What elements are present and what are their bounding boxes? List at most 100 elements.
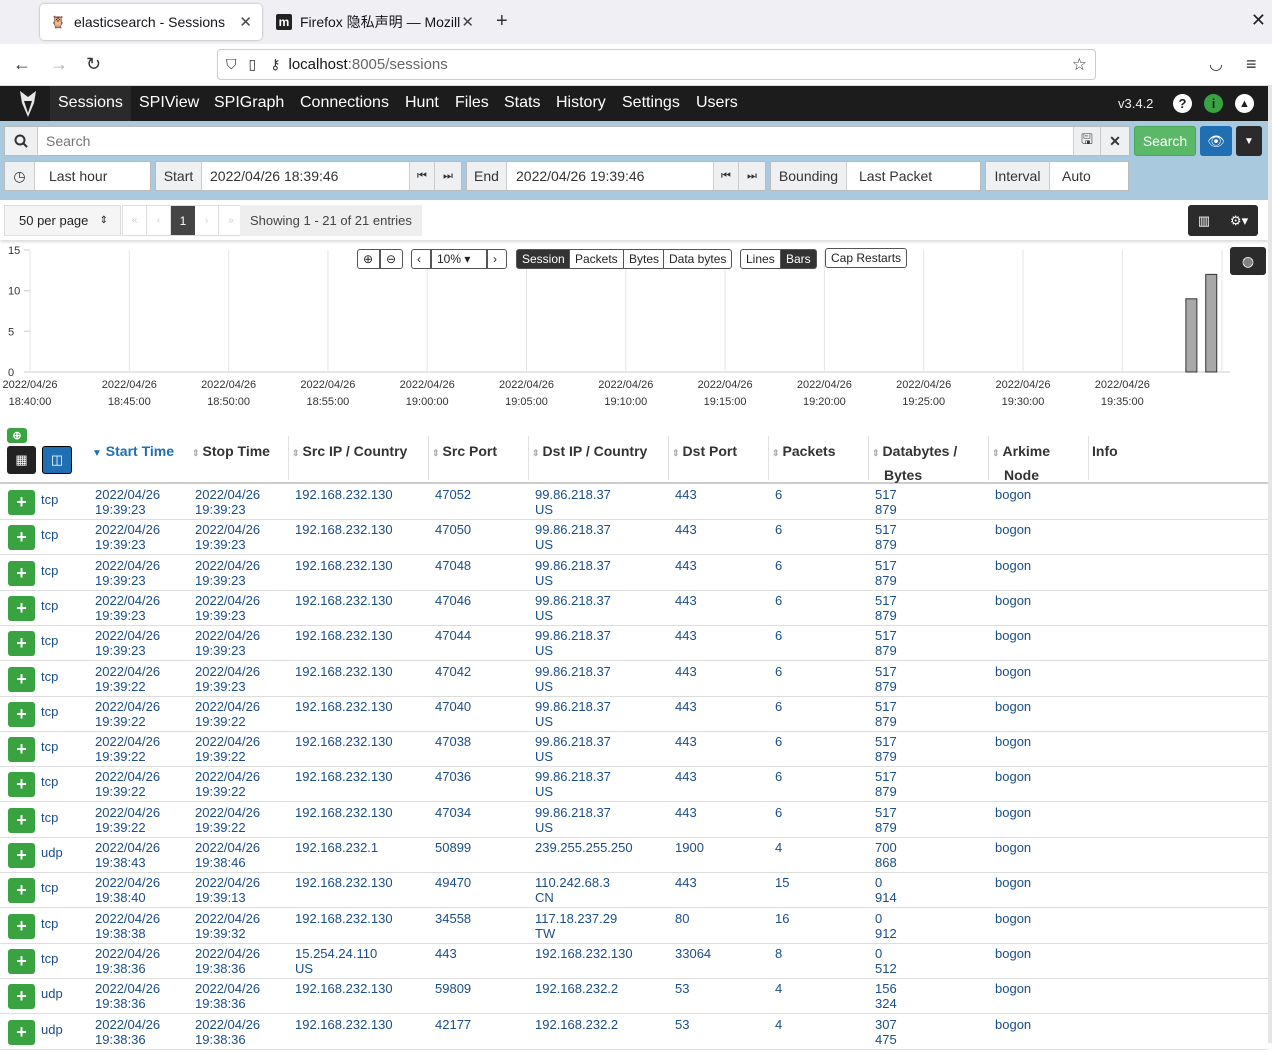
src-port-cell[interactable]: 443	[435, 946, 457, 961]
expand-row-button[interactable]: +	[8, 772, 35, 798]
end-time-input[interactable]: 2022/04/26 19:39:46	[516, 168, 713, 184]
src-port-cell[interactable]: 47034	[435, 805, 471, 820]
next-page-icon[interactable]: ›	[195, 206, 219, 235]
node-cell[interactable]: bogon	[995, 487, 1031, 502]
cap-restarts-button[interactable]: Cap Restarts	[825, 248, 908, 268]
metric-databytes-button[interactable]: Data bytes	[663, 249, 733, 269]
dst-port-cell[interactable]: 443	[675, 593, 697, 608]
col-dst-ip[interactable]: ⇕ Dst IP / Country	[532, 440, 647, 464]
dst-port-cell[interactable]: 1900	[675, 840, 704, 855]
dst-port-cell[interactable]: 53	[675, 981, 689, 996]
nav-spiview[interactable]: SPIView	[139, 94, 199, 112]
expand-row-button[interactable]: +	[8, 631, 35, 657]
protocol-cell[interactable]: tcp	[41, 916, 58, 931]
dst-ip-cell[interactable]: 99.86.218.37 US	[535, 593, 611, 623]
src-port-cell[interactable]: 47052	[435, 487, 471, 502]
expand-row-button[interactable]: +	[8, 878, 35, 904]
dst-port-cell[interactable]: 80	[675, 911, 689, 926]
col-src-port[interactable]: ⇕ Src Port	[432, 440, 497, 464]
src-ip-cell[interactable]: 192.168.232.130	[295, 522, 393, 537]
expand-row-button[interactable]: +	[8, 701, 35, 727]
nav-connections[interactable]: Connections	[300, 94, 389, 112]
protocol-cell[interactable]: tcp	[41, 492, 58, 507]
protocol-cell[interactable]: tcp	[41, 774, 58, 789]
packets-cell[interactable]: 6	[775, 487, 782, 502]
dst-ip-cell[interactable]: 99.86.218.37 US	[535, 487, 611, 517]
dst-ip-cell[interactable]: 99.86.218.37 US	[535, 805, 611, 835]
protocol-cell[interactable]: tcp	[41, 739, 58, 754]
expand-row-button[interactable]: +	[8, 737, 35, 763]
protocol-cell[interactable]: tcp	[41, 669, 58, 684]
table-row[interactable]: + tcp 2022/04/26 19:39:23 2022/04/26 19:39:23…	[0, 485, 1268, 520]
dst-port-cell[interactable]: 443	[675, 664, 697, 679]
table-row[interactable]: + tcp 2022/04/26 19:39:23 2022/04/26 19:39:23…	[0, 591, 1268, 626]
start-time-input[interactable]: 2022/04/26 18:39:46	[210, 168, 409, 184]
expand-row-button[interactable]: +	[8, 807, 35, 833]
stop-time-cell[interactable]: 2022/04/26 19:39:22	[195, 699, 260, 729]
packets-cell[interactable]: 8	[775, 946, 782, 961]
end-prev-icon[interactable]: ⏮	[713, 162, 739, 190]
node-cell[interactable]: bogon	[995, 664, 1031, 679]
actions-dropdown-caret-icon[interactable]: ▼	[1236, 126, 1262, 156]
dst-port-cell[interactable]: 443	[675, 875, 697, 890]
nav-settings[interactable]: Settings	[622, 94, 680, 112]
table-row[interactable]: + tcp 2022/04/26 19:39:23 2022/04/26 19:39:23…	[0, 626, 1268, 662]
zoom-in-icon[interactable]: ⊕	[357, 249, 380, 269]
src-ip-cell[interactable]: 192.168.232.130	[295, 593, 393, 608]
protocol-cell[interactable]: tcp	[41, 880, 58, 895]
menu-icon[interactable]: ≡	[1246, 54, 1257, 75]
stop-time-cell[interactable]: 2022/04/26 19:39:22	[195, 769, 260, 799]
new-tab-icon[interactable]: +	[496, 10, 508, 33]
expand-row-button[interactable]: +	[8, 1019, 35, 1045]
dst-port-cell[interactable]: 53	[675, 1017, 689, 1032]
table-row[interactable]: + udp 2022/04/26 19:38:43 2022/04/26 19:38:46…	[0, 838, 1268, 873]
bytes-cell[interactable]: 517 879	[875, 734, 897, 764]
interval-select[interactable]: Auto	[1062, 168, 1091, 184]
start-next-icon[interactable]: ⏭	[435, 162, 461, 190]
start-time-cell[interactable]: 2022/04/26 19:38:38	[95, 911, 160, 941]
style-lines-button[interactable]: Lines	[740, 249, 781, 269]
dst-ip-cell[interactable]: 99.86.218.37 US	[535, 664, 611, 694]
stop-time-cell[interactable]: 2022/04/26 19:39:23	[195, 593, 260, 623]
col-src-ip[interactable]: ⇕ Src IP / Country	[292, 440, 407, 464]
src-ip-cell[interactable]: 192.168.232.130	[295, 981, 393, 996]
bytes-cell[interactable]: 517 879	[875, 805, 897, 835]
stop-time-cell[interactable]: 2022/04/26 19:38:36	[195, 981, 260, 1011]
page-1-button[interactable]: 1	[171, 206, 195, 235]
src-port-cell[interactable]: 47044	[435, 628, 471, 643]
table-row[interactable]: + tcp 2022/04/26 19:39:22 2022/04/26 19:39:22…	[0, 732, 1268, 768]
protocol-cell[interactable]: tcp	[41, 951, 58, 966]
url-bar[interactable]: ⛉ ▯ ⚷ localhost :8005/sessions ☆	[217, 49, 1096, 80]
prev-page-icon[interactable]: ‹	[147, 206, 171, 235]
expand-row-button[interactable]: +	[8, 560, 35, 586]
table-row[interactable]: + udp 2022/04/26 19:38:36 2022/04/26 19:38:36…	[0, 979, 1268, 1015]
protocol-cell[interactable]: udp	[41, 1022, 63, 1037]
dst-port-cell[interactable]: 443	[675, 487, 697, 502]
src-ip-cell[interactable]: 192.168.232.130	[295, 699, 393, 714]
page-scrollbar[interactable]	[1268, 86, 1272, 1043]
col-stop-time[interactable]: ⇕ Stop Time	[192, 440, 270, 464]
dst-ip-cell[interactable]: 239.255.255.250	[535, 840, 633, 855]
table-row[interactable]: + udp 2022/04/26 19:38:36 2022/04/26 19:38:36…	[0, 1015, 1268, 1050]
bytes-cell[interactable]: 517 879	[875, 628, 897, 658]
start-time-cell[interactable]: 2022/04/26 19:39:23	[95, 628, 160, 658]
src-ip-cell[interactable]: 192.168.232.130	[295, 628, 393, 643]
dst-ip-cell[interactable]: 192.168.232.2	[535, 981, 618, 996]
forward-arrow-icon[interactable]: →	[50, 54, 68, 75]
node-cell[interactable]: bogon	[995, 1017, 1031, 1032]
src-port-cell[interactable]: 49470	[435, 875, 471, 890]
src-ip-cell[interactable]: 192.168.232.130	[295, 875, 393, 890]
start-time-cell[interactable]: 2022/04/26 19:38:36	[95, 981, 160, 1011]
node-cell[interactable]: bogon	[995, 522, 1031, 537]
dst-ip-cell[interactable]: 110.242.68.3 CN	[535, 875, 610, 905]
src-ip-cell[interactable]: 192.168.232.130	[295, 558, 393, 573]
expand-row-button[interactable]: +	[8, 948, 35, 974]
dst-port-cell[interactable]: 443	[675, 734, 697, 749]
table-row[interactable]: + tcp 2022/04/26 19:39:22 2022/04/26 19:39:22…	[0, 803, 1268, 838]
src-ip-cell[interactable]: 192.168.232.130	[295, 1017, 393, 1032]
src-port-cell[interactable]: 50899	[435, 840, 471, 855]
stop-time-cell[interactable]: 2022/04/26 19:39:23	[195, 628, 260, 658]
bytes-cell[interactable]: 0 512	[875, 946, 897, 976]
protocol-cell[interactable]: udp	[41, 845, 63, 860]
stop-time-cell[interactable]: 2022/04/26 19:39:22	[195, 805, 260, 835]
